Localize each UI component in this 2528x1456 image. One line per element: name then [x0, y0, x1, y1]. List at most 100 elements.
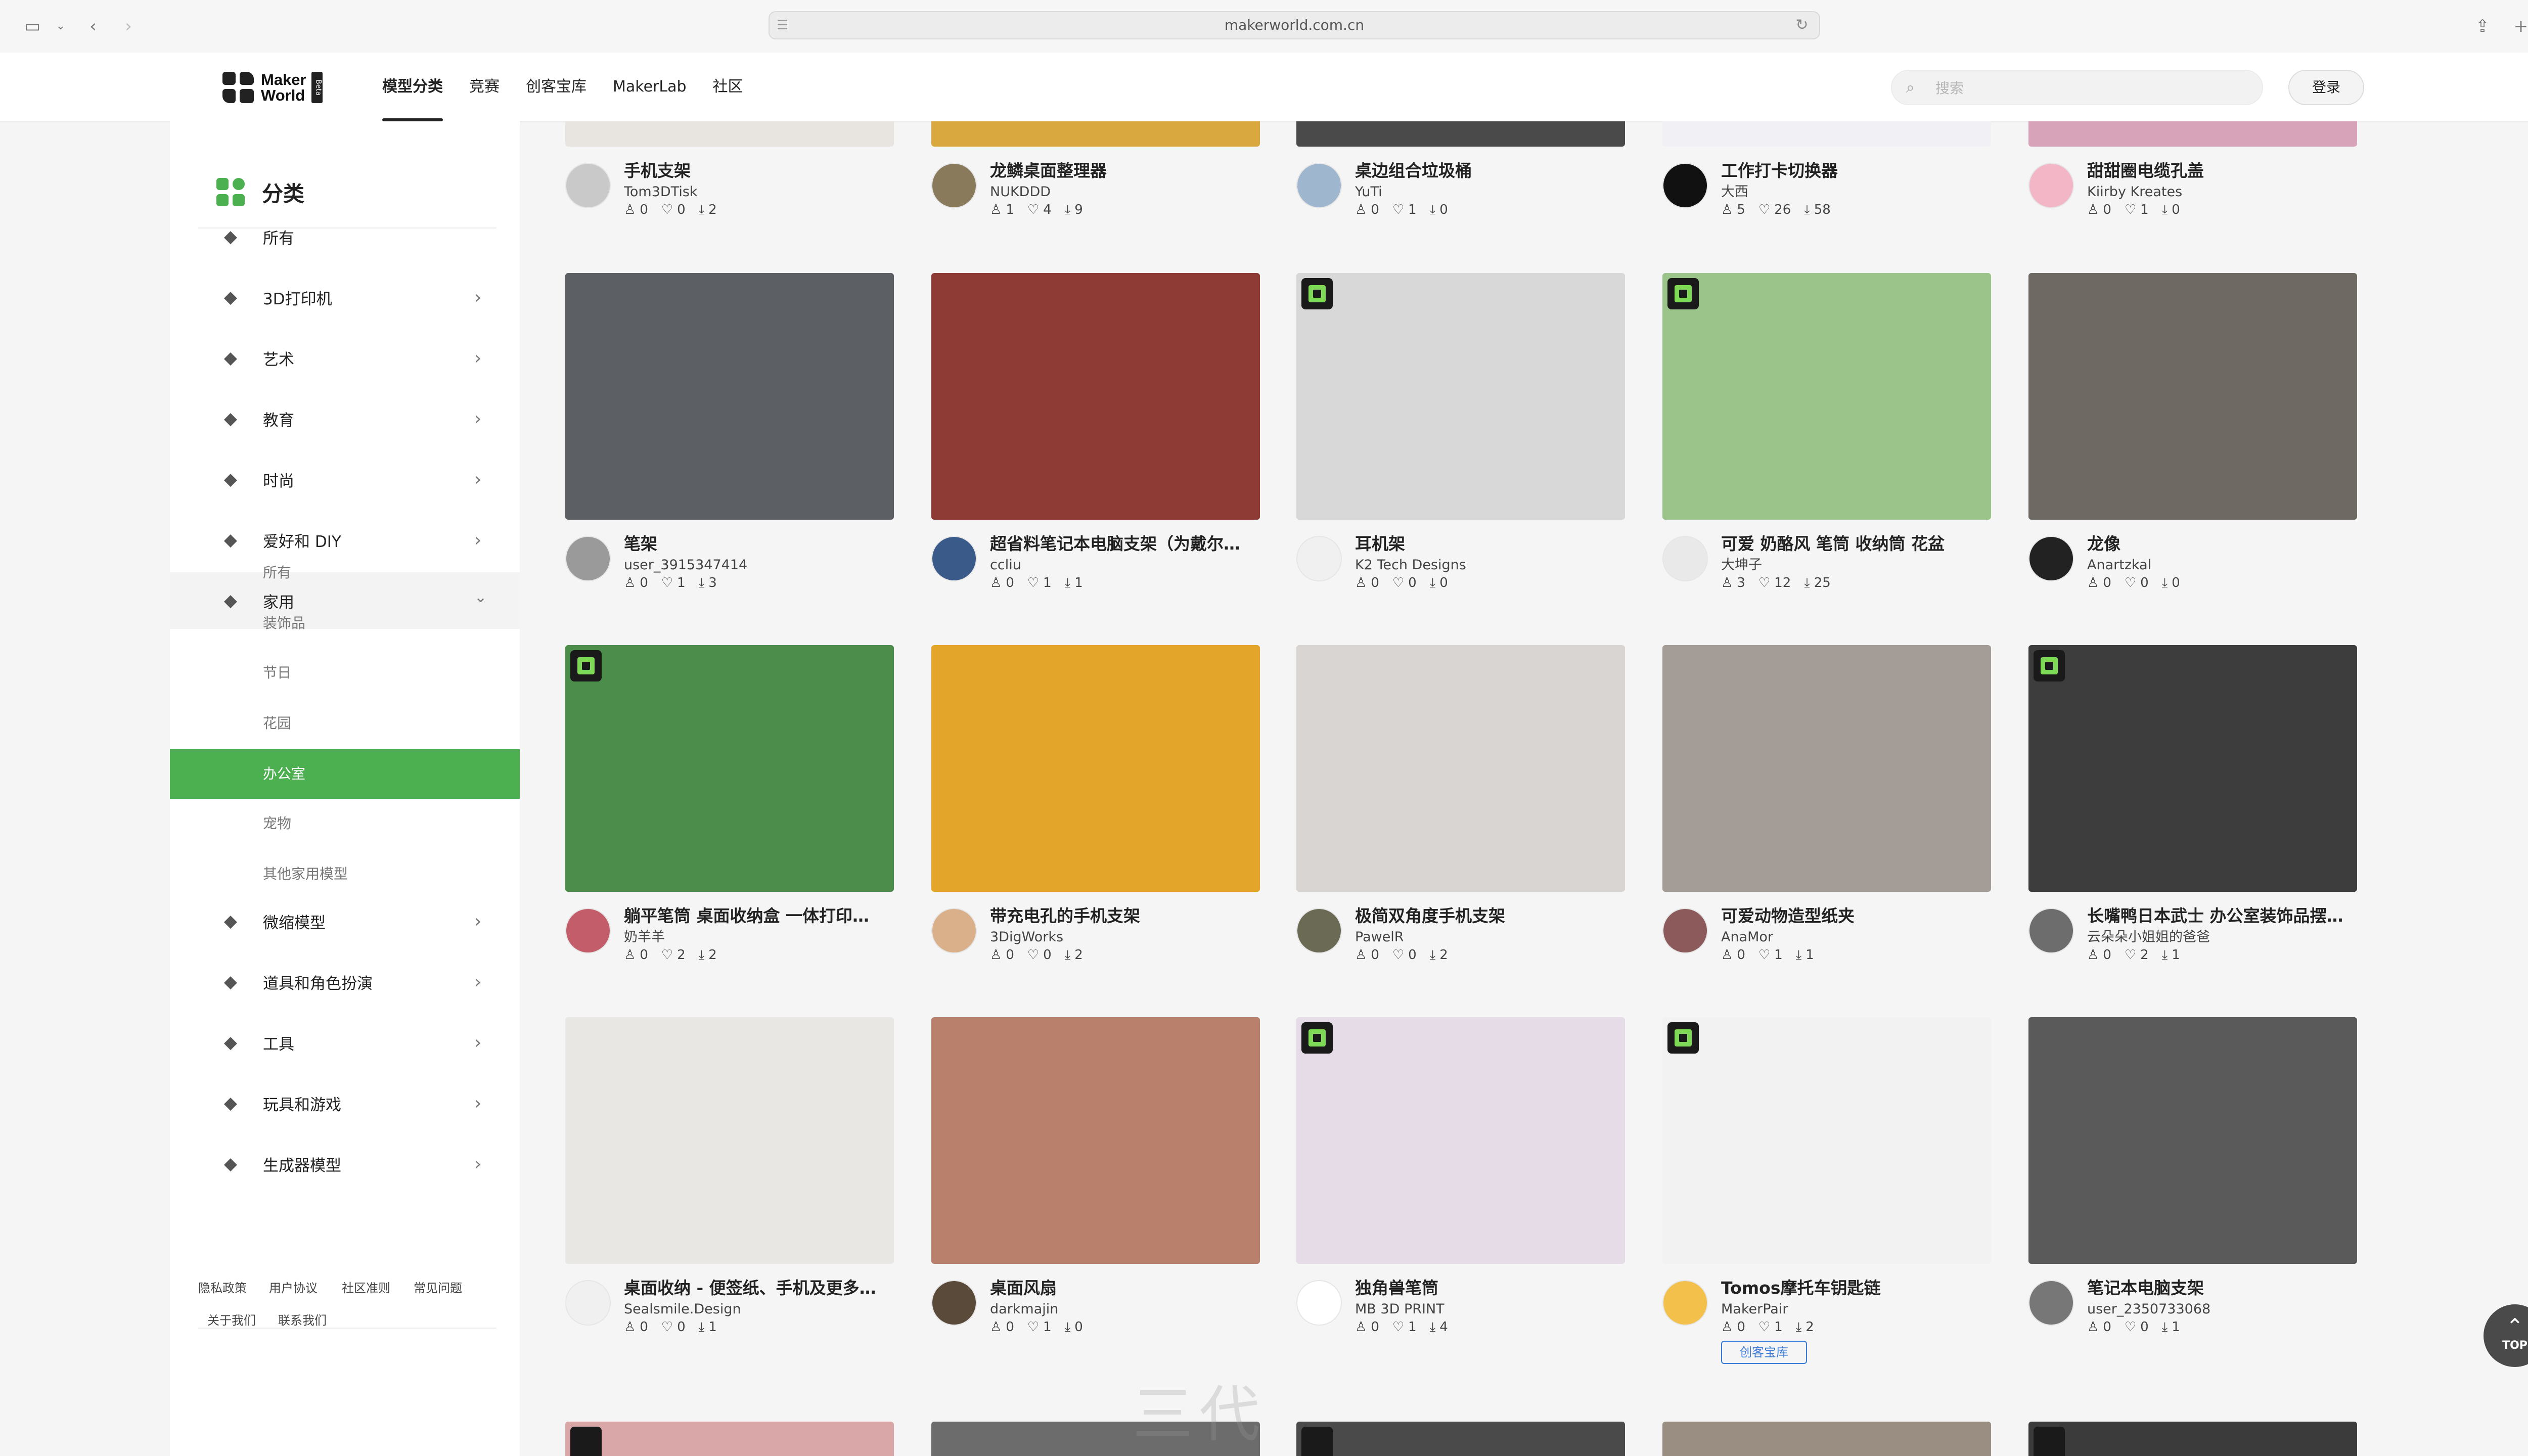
footer-link[interactable]: 关于我们	[207, 1310, 256, 1328]
forward-icon[interactable]: ›	[116, 14, 141, 38]
sidebar-category[interactable]: ◆ 生成器模型 ›	[170, 1135, 520, 1192]
avatar[interactable]	[1296, 163, 1342, 208]
model-thumbnail[interactable]	[1296, 645, 1625, 892]
model-title[interactable]: 龙鳞桌面整理器	[990, 160, 1258, 182]
avatar[interactable]	[1296, 908, 1342, 953]
avatar[interactable]	[931, 536, 977, 581]
model-author[interactable]: ccliu	[990, 556, 1258, 574]
search-input[interactable]	[1934, 71, 2240, 105]
sidebar-category[interactable]: ◆ 艺术 ›	[170, 330, 520, 386]
sidebar-category[interactable]: ◆ 微缩模型 ›	[170, 893, 520, 949]
avatar[interactable]	[565, 1280, 611, 1326]
login-button[interactable]: 登录	[2288, 70, 2364, 105]
model-author[interactable]: user_3915347414	[624, 556, 892, 574]
model-title[interactable]: 极简双角度手机支架	[1355, 905, 1623, 927]
model-thumbnail[interactable]	[2028, 273, 2357, 520]
model-thumbnail[interactable]	[2028, 645, 2357, 892]
model-author[interactable]: Tom3DTisk	[624, 183, 892, 201]
model-title[interactable]: Tomos摩托车钥匙链	[1721, 1277, 1989, 1299]
model-author[interactable]: Sealsmile.Design	[624, 1300, 892, 1318]
model-title[interactable]: 桌边组合垃圾桶	[1355, 160, 1623, 182]
sidebar-subcategory[interactable]: 装饰品	[170, 599, 520, 648]
model-title[interactable]: 带充电孔的手机支架	[990, 905, 1258, 927]
model-author[interactable]: Kiirby Kreates	[2087, 183, 2355, 201]
model-author[interactable]: 奶羊羊	[624, 928, 892, 946]
avatar[interactable]	[1662, 1280, 1708, 1326]
model-title[interactable]: 可爱动物造型纸夹	[1721, 905, 1989, 927]
avatar[interactable]	[565, 536, 611, 581]
model-thumbnail[interactable]	[1662, 1422, 1991, 1456]
sidebar-subcategory[interactable]: 宠物	[170, 799, 520, 848]
model-thumbnail[interactable]	[1662, 1017, 1991, 1264]
model-thumbnail[interactable]	[931, 645, 1260, 892]
maker-treasury-tag[interactable]: 创客宝库	[1721, 1341, 1807, 1364]
model-thumbnail[interactable]	[565, 645, 894, 892]
model-title[interactable]: 可爱 奶酪风 笔筒 收纳筒 花盆	[1721, 533, 1989, 555]
model-author[interactable]: PawelR	[1355, 928, 1623, 946]
sidebar-subcategory[interactable]: 其他家用模型	[170, 849, 520, 899]
model-thumbnail[interactable]	[565, 1422, 894, 1456]
model-title[interactable]: 工作打卡切换器	[1721, 160, 1989, 182]
chevron-down-icon[interactable]: ⌄	[49, 14, 73, 38]
model-thumbnail[interactable]	[1296, 1017, 1625, 1264]
model-author[interactable]: NUKDDD	[990, 183, 1258, 201]
sidebar-category[interactable]: ◆ 3D打印机 ›	[170, 269, 520, 326]
avatar[interactable]	[565, 163, 611, 208]
avatar[interactable]	[931, 163, 977, 208]
model-thumbnail[interactable]	[565, 273, 894, 520]
nav-makerlab[interactable]: MakerLab	[613, 53, 687, 121]
sidebar-category[interactable]: ◆ 玩具和游戏 ›	[170, 1075, 520, 1131]
model-title[interactable]: 笔架	[624, 533, 892, 555]
model-author[interactable]: MakerPair	[1721, 1300, 1989, 1318]
model-thumbnail[interactable]	[931, 121, 1260, 147]
model-author[interactable]: user_2350733068	[2087, 1300, 2355, 1318]
sidebar-subcategory[interactable]: 办公室	[170, 749, 520, 799]
sidebar-subcategory[interactable]: 所有	[170, 548, 520, 598]
nav-model-categories[interactable]: 模型分类	[382, 53, 443, 121]
makerworld-logo[interactable]: Maker World Beta	[222, 70, 323, 105]
model-title[interactable]: 躺平笔筒 桌面收纳盒 一体打印…	[624, 905, 892, 927]
model-thumbnail[interactable]	[2028, 1422, 2357, 1456]
model-title[interactable]: 独角兽笔筒	[1355, 1277, 1623, 1299]
model-thumbnail[interactable]	[2028, 121, 2357, 147]
avatar[interactable]	[2028, 1280, 2074, 1326]
new-tab-icon[interactable]: +	[2509, 14, 2528, 38]
model-thumbnail[interactable]	[1662, 645, 1991, 892]
model-title[interactable]: 笔记本电脑支架	[2087, 1277, 2355, 1299]
model-title[interactable]: 龙像	[2087, 533, 2355, 555]
model-title[interactable]: 耳机架	[1355, 533, 1623, 555]
address-bar[interactable]: ☰ makerworld.com.cn ↻	[769, 11, 1820, 39]
model-author[interactable]: MB 3D PRINT	[1355, 1300, 1623, 1318]
avatar[interactable]	[1662, 536, 1708, 581]
model-thumbnail[interactable]	[931, 273, 1260, 520]
nav-contests[interactable]: 竞赛	[469, 53, 500, 121]
model-author[interactable]: Anartzkal	[2087, 556, 2355, 574]
footer-link[interactable]: 社区准则	[342, 1278, 390, 1296]
model-thumbnail[interactable]	[1296, 1422, 1625, 1456]
model-author[interactable]: AnaMor	[1721, 928, 1989, 946]
back-to-top-button[interactable]: ⌃ TOP	[2484, 1304, 2528, 1367]
model-author[interactable]: 大坤子	[1721, 556, 1989, 574]
model-title[interactable]: 甜甜圈电缆孔盖	[2087, 160, 2355, 182]
sidebar-category[interactable]: ◆ 所有	[170, 208, 520, 265]
sidebar-category[interactable]: ◆ 时尚 ›	[170, 451, 520, 508]
avatar[interactable]	[1662, 163, 1708, 208]
reload-icon[interactable]: ↻	[1793, 16, 1811, 34]
model-author[interactable]: K2 Tech Designs	[1355, 556, 1623, 574]
model-thumbnail[interactable]	[1662, 273, 1991, 520]
sidebar-category[interactable]: ◆ 教育 ›	[170, 390, 520, 447]
avatar[interactable]	[1296, 536, 1342, 581]
model-author[interactable]: darkmajin	[990, 1300, 1258, 1318]
model-thumbnail[interactable]	[565, 121, 894, 147]
model-title[interactable]: 桌面收纳 - 便签纸、手机及更多…	[624, 1277, 892, 1299]
avatar[interactable]	[2028, 163, 2074, 208]
footer-link[interactable]: 联系我们	[278, 1310, 327, 1328]
model-title[interactable]: 桌面风扇	[990, 1277, 1258, 1299]
model-thumbnail[interactable]	[1296, 121, 1625, 147]
back-icon[interactable]: ‹	[81, 14, 105, 38]
model-thumbnail[interactable]	[565, 1017, 894, 1264]
model-title[interactable]: 手机支架	[624, 160, 892, 182]
model-title[interactable]: 长嘴鸭日本武士 办公室装饰品摆…	[2087, 905, 2355, 927]
sidebar-category[interactable]: ◆ 道具和角色扮演 ›	[170, 953, 520, 1010]
model-author[interactable]: 云朵朵小姐姐的爸爸	[2087, 928, 2355, 946]
